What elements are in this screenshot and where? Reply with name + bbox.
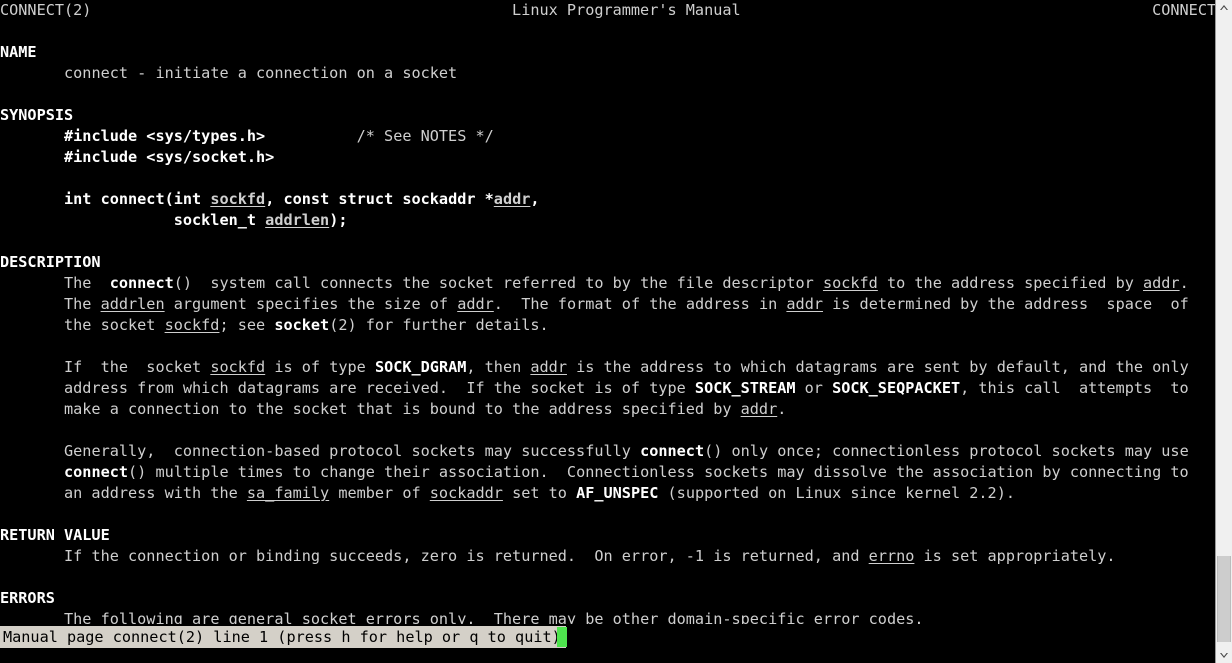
text-cursor bbox=[557, 627, 567, 647]
description-paragraph-3: Generally, connection-based protocol soc… bbox=[64, 442, 1189, 502]
scroll-down-arrow-icon[interactable] bbox=[1216, 647, 1232, 663]
vertical-scrollbar[interactable] bbox=[1215, 0, 1232, 663]
section-body-name: connect - initiate a connection on a soc… bbox=[64, 64, 458, 82]
section-heading-return-value: RETURN VALUE bbox=[0, 526, 110, 544]
pager-status-bar[interactable]: Manual page connect(2) line 1 (press h f… bbox=[0, 626, 566, 648]
synopsis-prototype-line1: int connect(int sockfd, const struct soc… bbox=[64, 190, 540, 208]
header-left: CONNECT(2) bbox=[0, 1, 92, 19]
pager-status-text: Manual page connect(2) line 1 (press h f… bbox=[3, 628, 561, 646]
description-paragraph-2: If the socket sockfd is of type SOCK_DGR… bbox=[64, 358, 1189, 418]
man-page-content: CONNECT(2) Linux Programmer's Manual CON… bbox=[0, 0, 1215, 624]
header-right: CONNECT(2) bbox=[1152, 1, 1215, 19]
section-heading-synopsis: SYNOPSIS bbox=[0, 106, 74, 124]
header-center: Linux Programmer's Manual bbox=[512, 1, 741, 19]
section-heading-errors: ERRORS bbox=[0, 589, 55, 607]
description-paragraph-1: The connect() system call connects the s… bbox=[64, 274, 1189, 334]
synopsis-include-types: #include <sys/types.h> bbox=[64, 127, 266, 145]
section-body-return-value: If the connection or binding succeeds, z… bbox=[64, 547, 1116, 565]
synopsis-prototype-line2: socklen_t addrlen); bbox=[173, 211, 348, 229]
manpage-header-line: CONNECT(2) Linux Programmer's Manual CON… bbox=[0, 1, 1215, 19]
terminal-window: CONNECT(2) Linux Programmer's Manual CON… bbox=[0, 0, 1232, 663]
scrollbar-thumb[interactable] bbox=[1217, 556, 1231, 642]
scroll-up-arrow-icon[interactable] bbox=[1216, 0, 1232, 16]
synopsis-include-socket: #include <sys/socket.h> bbox=[64, 148, 275, 166]
synopsis-comment-notes: /* See NOTES */ bbox=[356, 127, 494, 145]
section-body-errors: The following are general socket errors … bbox=[64, 610, 924, 624]
section-heading-name: NAME bbox=[0, 43, 37, 61]
man-page-pager[interactable]: CONNECT(2) Linux Programmer's Manual CON… bbox=[0, 0, 1215, 624]
section-heading-description: DESCRIPTION bbox=[0, 253, 101, 271]
